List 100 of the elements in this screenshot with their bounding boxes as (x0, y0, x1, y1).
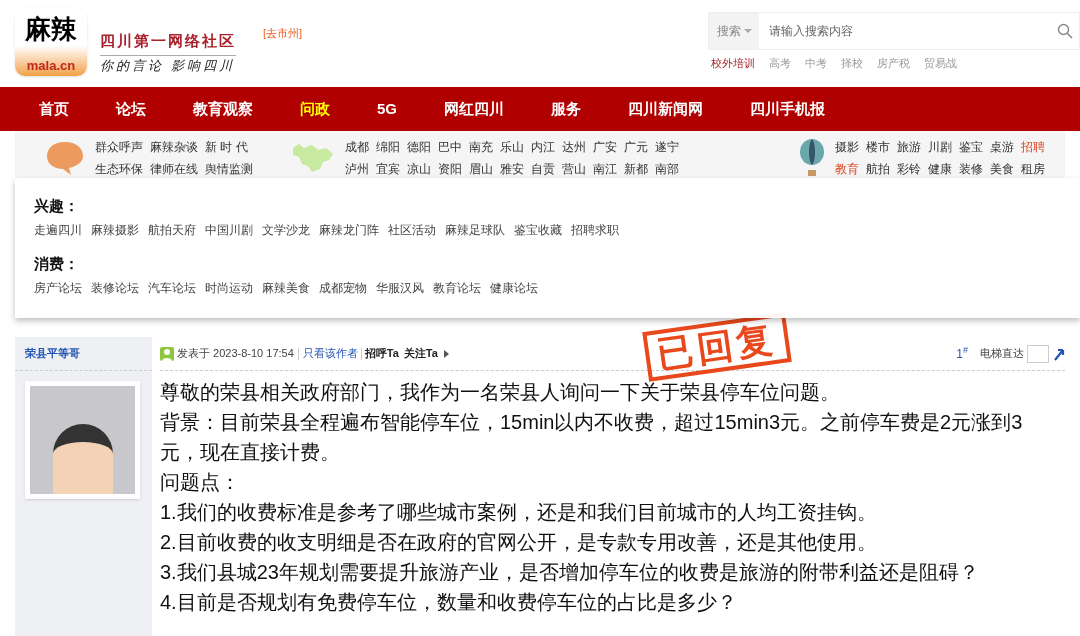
go-arrow-icon[interactable] (1053, 346, 1065, 361)
sub-nav-link[interactable]: 舆情监测 (205, 160, 253, 178)
category-link[interactable]: 文学沙龙 (262, 222, 310, 238)
sub-nav-link[interactable]: 广安 (593, 138, 617, 156)
nav-tab[interactable]: 5G (377, 97, 397, 121)
map-icon (291, 142, 335, 174)
sub-nav-link[interactable]: 楼市 (866, 138, 890, 156)
author-name[interactable]: 荣县平等哥 (25, 345, 80, 362)
sub-nav-link[interactable]: 川剧 (928, 138, 952, 156)
hot-search-link[interactable]: 校外培训 (711, 55, 755, 72)
sub-nav-link[interactable]: 凉山 (407, 160, 431, 178)
category-link[interactable]: 麻辣摄影 (91, 222, 139, 238)
category-link[interactable]: 鉴宝收藏 (514, 222, 562, 238)
sub-nav-link[interactable]: 航拍 (866, 160, 890, 178)
category-link[interactable]: 健康论坛 (490, 280, 538, 296)
sub-nav-link[interactable]: 招聘 (1021, 138, 1045, 156)
sub-nav-link[interactable]: 美食 (990, 160, 1014, 178)
sub-nav-link[interactable]: 绵阳 (376, 138, 400, 156)
category-link[interactable]: 汽车论坛 (148, 280, 196, 296)
category-heading: 消费： (34, 254, 80, 274)
post-paragraph: 背景：目前荣县全程遍布智能停车位，15min以内不收费，超过15min3元。之前停车费是2元涨到3元，现在直接计费。 (160, 410, 1024, 465)
sub-nav-link[interactable]: 眉山 (469, 160, 493, 178)
sub-nav-link[interactable]: 德阳 (407, 138, 431, 156)
sub-nav-link[interactable]: 旅游 (897, 138, 921, 156)
nav-tab[interactable]: 四川手机报 (750, 97, 825, 121)
post-paragraph: 1.我们的收费标准是参考了哪些城市案例，还是和我们目前城市的人均工资挂钩。 (160, 500, 878, 525)
author-only-link[interactable]: 只看该作者 (302, 345, 358, 362)
sub-nav-link[interactable]: 群众呼声 (95, 138, 143, 156)
floor-number[interactable]: 1$^{#}$ (956, 344, 968, 363)
nav-tab[interactable]: 首页 (39, 97, 69, 121)
post-paragraph: 3.我们县城23年规划需要提升旅游产业，是否增加停车位的收费是旅游的附带利益还是阻碍？ (160, 560, 980, 585)
nav-tab[interactable]: 四川新闻网 (628, 97, 703, 121)
post-paragraph: 尊敬的荣县相关政府部门，我作为一名荣县人询问一下关于荣县停车位问题。 (160, 380, 841, 405)
category-link[interactable]: 社区活动 (388, 222, 436, 238)
category-link[interactable]: 中国川剧 (205, 222, 253, 238)
follow-link[interactable]: 关注Ta (403, 345, 438, 362)
nav-tab[interactable]: 问政 (300, 97, 330, 121)
sub-nav-link[interactable]: 资阳 (438, 160, 462, 178)
site-logo[interactable]: 麻辣 mala.cn (15, 8, 87, 76)
sub-nav-link[interactable]: 彩铃 (897, 160, 921, 178)
sub-nav-link[interactable]: 广元 (624, 138, 648, 156)
category-link[interactable]: 招聘求职 (571, 222, 619, 238)
category-link[interactable]: 航拍天府 (148, 222, 196, 238)
sub-nav-link[interactable]: 生态环保 (95, 160, 143, 178)
sub-nav-link[interactable]: 自贡 (531, 160, 555, 178)
site-slogan: 你的言论 影响四川 (100, 56, 236, 75)
speech-bubble-icon (45, 140, 85, 176)
category-link[interactable]: 教育论坛 (433, 280, 481, 296)
sub-nav-link[interactable]: 律师在线 (150, 160, 198, 178)
nav-tab[interactable]: 论坛 (116, 97, 146, 121)
post-paragraph: 4.目前是否规划有免费停车位，数量和收费停车位的占比是多少？ (160, 590, 738, 615)
sub-nav-link[interactable]: 教育 (835, 160, 859, 178)
category-link[interactable]: 装修论坛 (91, 280, 139, 296)
sub-nav-link[interactable]: 桌游 (990, 138, 1014, 156)
nav-tab[interactable]: 网红四川 (444, 97, 504, 121)
category-link[interactable]: 麻辣美食 (262, 280, 310, 296)
sub-nav-link[interactable]: 装修 (959, 160, 983, 178)
sub-nav-link[interactable]: 遂宁 (655, 138, 679, 156)
greet-link[interactable]: 招呼Ta (364, 345, 399, 362)
category-link[interactable]: 房产论坛 (34, 280, 82, 296)
sub-nav-link[interactable]: 麻辣杂谈 (150, 138, 198, 156)
nav-tab[interactable]: 服务 (551, 97, 581, 121)
category-heading: 兴趣： (34, 196, 80, 216)
sub-nav-link[interactable]: 乐山 (500, 138, 524, 156)
sub-nav-link[interactable]: 鉴宝 (959, 138, 983, 156)
site-name: 四川第一网络社区 (100, 30, 236, 56)
category-link[interactable]: 华服汉风 (376, 280, 424, 296)
sub-nav-link[interactable]: 健康 (928, 160, 952, 178)
sub-nav-link[interactable]: 新 时 代 (205, 138, 248, 156)
sub-nav-link[interactable]: 泸州 (345, 160, 369, 178)
sub-nav-link[interactable]: 租房 (1021, 160, 1045, 178)
sub-nav-link[interactable]: 内江 (531, 138, 555, 156)
sub-nav-link[interactable]: 南充 (469, 138, 493, 156)
sub-nav-link[interactable]: 摄影 (835, 138, 859, 156)
search-icon[interactable] (1057, 23, 1073, 39)
jump-label: 电梯直达 (980, 346, 1024, 362)
post-paragraph: 2.目前收费的收支明细是否在政府的官网公开，是专款专用改善，还是其他使用。 (160, 530, 878, 555)
category-link[interactable]: 成都宠物 (319, 280, 367, 296)
nav-tab[interactable]: 教育观察 (193, 97, 253, 121)
sub-nav-link[interactable]: 宜宾 (376, 160, 400, 178)
sub-nav-link[interactable]: 营山 (562, 160, 586, 178)
sub-nav-link[interactable]: 新都 (624, 160, 648, 178)
sub-nav-link[interactable]: 成都 (345, 138, 369, 156)
category-link[interactable]: 麻辣龙门阵 (319, 222, 379, 238)
category-link[interactable]: 走遍四川 (34, 222, 82, 238)
category-link[interactable]: 麻辣足球队 (445, 222, 505, 238)
user-icon (160, 346, 174, 361)
sub-nav-link[interactable]: 巴中 (438, 138, 462, 156)
sub-nav-link[interactable]: 雅安 (500, 160, 524, 178)
city-link[interactable]: [去市州] (263, 25, 303, 42)
hot-air-balloon-icon (799, 138, 825, 178)
post-paragraph: 问题点： (160, 470, 241, 495)
floor-input[interactable] (1027, 344, 1049, 363)
caret-icon (743, 29, 752, 33)
post-date: 发表于 2023-8-10 17:54 (177, 346, 294, 362)
sub-nav-link[interactable]: 达州 (562, 138, 586, 156)
play-arrow-icon[interactable] (443, 349, 449, 358)
sub-nav-link[interactable]: 南部 (655, 160, 679, 178)
category-link[interactable]: 时尚运动 (205, 280, 253, 296)
sub-nav-link[interactable]: 南江 (593, 160, 617, 178)
